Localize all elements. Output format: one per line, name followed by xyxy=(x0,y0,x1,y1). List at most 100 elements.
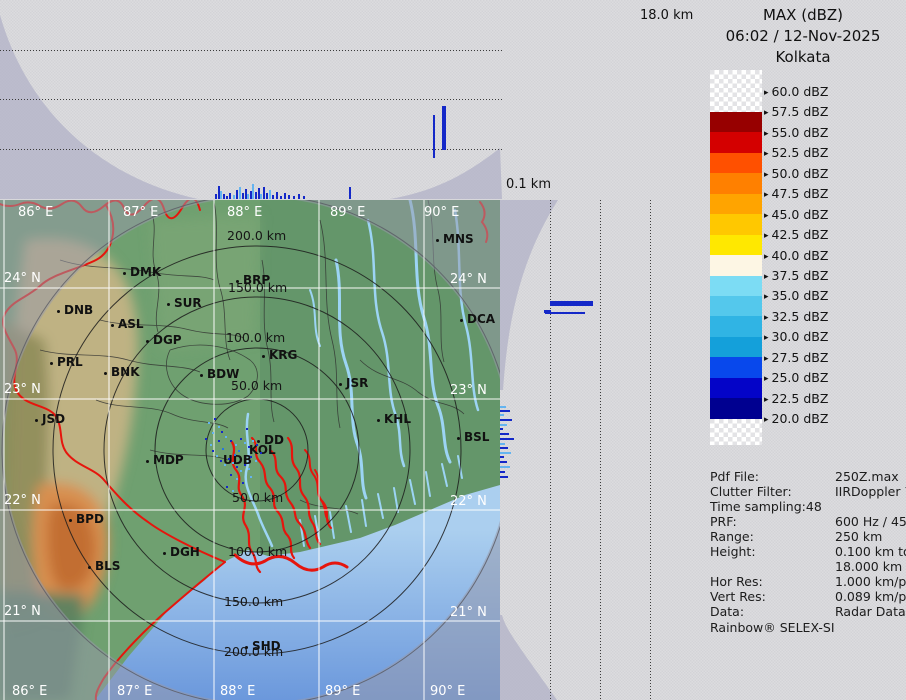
info-value: 0.100 km to xyxy=(835,544,906,559)
tick-arrow-icon: ▸ xyxy=(764,88,769,98)
colorbar-band xyxy=(710,357,762,378)
colorbar-tick-label: ▸52.5 dBZ xyxy=(764,145,828,160)
echo-top-bar xyxy=(255,192,257,199)
city-marker-ASL xyxy=(111,324,114,327)
info-value: 250 km xyxy=(835,529,882,544)
echo-top-bar xyxy=(272,195,274,199)
radar-echo-pixel xyxy=(226,486,228,488)
colorbar-tick-label: ▸47.5 dBZ xyxy=(764,186,828,201)
radar-echo-pixel xyxy=(220,460,222,462)
colorbar-band xyxy=(710,194,762,215)
colorbar-band xyxy=(710,378,762,399)
colorbar-tick-label: ▸45.0 dBZ xyxy=(764,207,828,222)
echo-top-bar xyxy=(298,194,300,199)
info-label: Time sampling: xyxy=(710,499,806,514)
info-row: Pdf File:250Z.max xyxy=(710,469,906,484)
city-label-BSL: BSL xyxy=(464,431,489,443)
info-label: Clutter Filter: xyxy=(710,484,792,499)
city-label-KRG: KRG xyxy=(269,349,297,361)
echo-side-bar xyxy=(500,476,508,478)
city-label-BPD: BPD xyxy=(76,513,104,525)
city-marker-SHD xyxy=(245,646,248,649)
tick-arrow-icon: ▸ xyxy=(764,395,769,405)
height-axis-min-label: 0.1 km xyxy=(506,177,551,192)
dbz-colorbar-labels: ▸60.0 dBZ▸57.5 dBZ▸55.0 dBZ▸52.5 dBZ▸50.… xyxy=(764,70,904,444)
tick-arrow-icon: ▸ xyxy=(764,108,769,118)
info-row: Height:0.100 km to xyxy=(710,544,906,559)
grid-label: 86° E xyxy=(12,685,47,698)
colorbar-band xyxy=(710,173,762,194)
info-row: Data:Radar Data xyxy=(710,604,906,619)
city-label-PRL: PRL xyxy=(57,356,83,368)
city-marker-DGP xyxy=(146,340,149,343)
city-marker-MDP xyxy=(146,460,149,463)
info-row: Range:250 km xyxy=(710,529,906,544)
radar-echo-pixel xyxy=(222,448,224,450)
grid-label: 21° N xyxy=(450,606,487,619)
echo-top-bar xyxy=(233,195,235,199)
info-row: PRF: 600 Hz / 450 Hz xyxy=(710,514,906,529)
radar-map-canvas[interactable]: 86° E87° E88° E89° E90° E86° E87° E88° E… xyxy=(0,200,500,700)
city-marker-KHL xyxy=(377,419,380,422)
echo-side-bar xyxy=(500,461,507,463)
radar-echo-pixel xyxy=(228,458,230,460)
radar-echo-pixel xyxy=(214,418,216,420)
projection-cone-shading xyxy=(0,0,502,200)
grid-label: 24° N xyxy=(4,272,41,285)
height-gridline xyxy=(650,200,651,700)
city-marker-PRL xyxy=(50,362,53,365)
echo-top-bar xyxy=(269,190,271,199)
tick-arrow-icon: ▸ xyxy=(764,272,769,282)
grid-label: 23° N xyxy=(450,384,487,397)
radar-echo-pixel xyxy=(218,426,220,428)
radar-display-window: 18.0 km 0.1 km xyxy=(0,0,906,700)
city-label-BNK: BNK xyxy=(111,366,140,378)
colorbar-tick-label: ▸20.0 dBZ xyxy=(764,411,828,426)
radar-echo-pixel xyxy=(234,454,236,456)
colorbar-band xyxy=(710,214,762,235)
echo-top-bar xyxy=(288,195,290,199)
city-label-DGP: DGP xyxy=(153,334,182,346)
echo-side-bar xyxy=(500,438,514,440)
echo-top-bar xyxy=(236,190,238,199)
range-ring-label: 50.0 km xyxy=(232,492,283,505)
info-label: PRF: xyxy=(710,514,737,529)
echo-top-bar xyxy=(349,187,351,199)
info-label: Data: xyxy=(710,604,744,619)
tick-arrow-icon: ▸ xyxy=(764,252,769,262)
info-label: Pdf File: xyxy=(710,469,759,484)
radar-echo-pixel xyxy=(232,462,234,464)
colorbar-band xyxy=(710,316,762,337)
radar-echo-pixel xyxy=(246,428,248,430)
projection-cone-shading xyxy=(500,200,702,700)
colorbar-band xyxy=(710,153,762,174)
tick-arrow-icon: ▸ xyxy=(764,313,769,323)
echo-side-bar xyxy=(500,414,504,416)
echo-top-bar xyxy=(276,192,278,199)
info-value: 0.089 km/pixel xyxy=(835,589,906,604)
info-value: 18.000 km xyxy=(835,559,902,574)
echo-side-bar xyxy=(500,456,504,458)
colorbar-tick-label: ▸40.0 dBZ xyxy=(764,248,828,263)
city-marker-DCA xyxy=(460,319,463,322)
radar-echo-pixel xyxy=(240,470,242,472)
range-ring-label: 150.0 km xyxy=(224,596,283,609)
info-value: 600 Hz / 450 Hz xyxy=(835,514,906,529)
colorbar-tick-label: ▸30.0 dBZ xyxy=(764,329,828,344)
grid-label: 89° E xyxy=(330,206,365,219)
radar-echo-pixel xyxy=(248,446,250,448)
echo-top-bar xyxy=(223,194,225,199)
tick-arrow-icon: ▸ xyxy=(764,292,769,302)
city-label-JSR: JSR xyxy=(346,377,368,389)
city-label-DGH: DGH xyxy=(170,546,200,558)
grid-label: 87° E xyxy=(123,206,158,219)
site-name: Kolkata xyxy=(700,48,906,66)
city-label-JSD: JSD xyxy=(42,413,65,425)
echo-side-bar xyxy=(500,452,511,454)
echo-side-bar xyxy=(500,443,505,445)
north-height-projection-panel xyxy=(0,0,502,200)
radar-echo-pixel xyxy=(212,450,214,452)
radar-echo-pixel xyxy=(244,442,246,444)
grid-label: 87° E xyxy=(117,685,152,698)
tick-arrow-icon: ▸ xyxy=(764,354,769,364)
